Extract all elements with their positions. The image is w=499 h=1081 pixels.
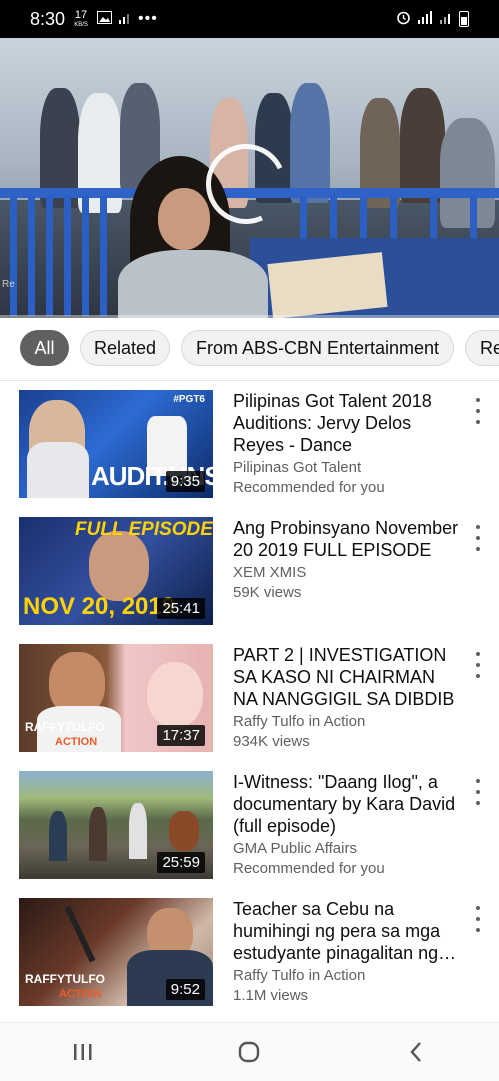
more-dots-icon: ••• [138,10,158,27]
video-duration: 25:41 [157,598,205,619]
gallery-icon [97,11,113,27]
video-meta: 934K views [233,733,310,750]
recents-icon[interactable] [63,1032,103,1072]
video-meta: 59K views [233,584,302,601]
list-item[interactable]: RAFFYTULFO ACTION 17:37 PART 2 | INVESTI… [0,634,499,760]
more-options-icon[interactable] [468,779,488,805]
more-options-icon[interactable] [468,652,488,678]
list-item[interactable]: #PGT6 AUDIT.UNS 9:35 Pilipinas Got Talen… [0,380,499,506]
status-bar: 8:30 17 KB/S ••• [0,0,499,38]
video-meta: Recommended for you [233,860,385,877]
home-icon[interactable] [229,1032,269,1072]
chip-partial[interactable]: Re [465,330,499,366]
list-item[interactable]: FULL EPISODE NOV 20, 2019 25:41 Ang Prob… [0,507,499,633]
video-title[interactable]: I-Witness: "Daang Ilog", a documentary b… [233,771,461,837]
alarm-icon [396,10,411,28]
system-nav-bar [0,1022,499,1081]
video-meta: Recommended for you [233,479,385,496]
list-item[interactable]: 25:59 I-Witness: "Daang Ilog", a documen… [0,761,499,887]
video-duration: 9:35 [165,471,205,492]
chip-from-abs-cbn[interactable]: From ABS-CBN Entertainment [181,330,454,366]
channel-name: Raffy Tulfo in Action [233,713,366,730]
thumbnail-caption-2: ACTION [55,736,98,748]
chip-all[interactable]: All [20,330,69,366]
filter-chips: All Related From ABS-CBN Entertainment R… [0,318,499,381]
wifi-icon [417,11,433,27]
video-duration: 17:37 [157,725,205,746]
channel-name: Pilipinas Got Talent [233,459,362,476]
more-options-icon[interactable] [468,906,488,932]
back-icon[interactable] [396,1032,436,1072]
video-thumbnail[interactable]: #PGT6 AUDIT.UNS 9:35 [19,390,213,498]
video-thumbnail[interactable]: 25:59 [19,771,213,879]
channel-name: XEM XMIS [233,564,307,581]
thumbnail-caption-2: ACTION [59,988,102,1000]
battery-icon [459,11,469,27]
status-time: 8:30 [30,8,66,29]
video-title[interactable]: Ang Probinsyano November 20 2019 FULL EP… [233,517,461,561]
thumbnail-caption: RAFFYTULFO [25,720,105,734]
thumbnail-tag: #PGT6 [173,394,205,405]
channel-name: Raffy Tulfo in Action [233,967,366,984]
video-thumbnail[interactable]: RAFFYTULFO ACTION 9:52 [19,898,213,1006]
list-item[interactable]: RAFFYTULFO ACTION 9:52 Teacher sa Cebu n… [0,888,499,1014]
channel-name: GMA Public Affairs [233,840,357,857]
video-thumbnail[interactable]: RAFFYTULFO ACTION 17:37 [19,644,213,752]
network-speed: 17 KB/S [74,8,88,28]
signal-icon [118,11,132,27]
thumbnail-caption-date: NOV 20, 2019 [23,593,176,620]
video-duration: 25:59 [157,852,205,873]
thumbnail-caption: FULL EPISODE [75,519,213,540]
video-duration: 9:52 [165,979,205,1000]
thumbnail-caption: RAFFYTULFO [25,972,105,986]
more-options-icon[interactable] [468,398,488,424]
video-title[interactable]: Teacher sa Cebu na humihingi ng pera sa … [233,898,461,964]
chip-related[interactable]: Related [80,330,170,366]
video-thumbnail[interactable]: FULL EPISODE NOV 20, 2019 25:41 [19,517,213,625]
video-meta: 1.1M views [233,987,309,1004]
signal-icon [439,11,453,27]
channel-watermark: Re [2,279,15,290]
video-player[interactable]: Re [0,38,499,318]
more-options-icon[interactable] [468,525,488,551]
video-title[interactable]: PART 2 | INVESTIGATION SA KASO NI CHAIRM… [233,644,461,710]
video-title[interactable]: Pilipinas Got Talent 2018 Auditions: Jer… [233,390,461,456]
